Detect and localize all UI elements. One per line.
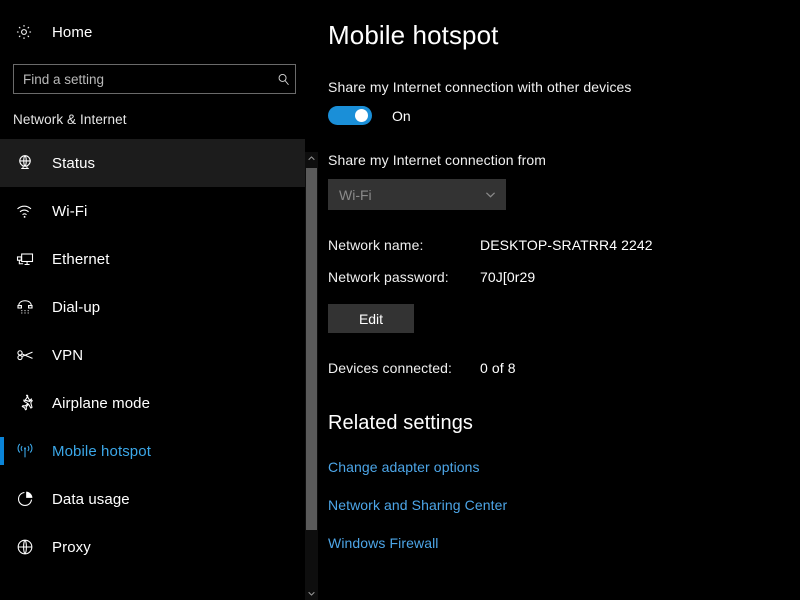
sidebar-item-proxy[interactable]: Proxy <box>0 523 305 571</box>
sidebar-home-label: Home <box>52 23 93 41</box>
toggle-state-label: On <box>392 107 411 124</box>
link-network-and-sharing-center[interactable]: Network and Sharing Center <box>328 497 507 513</box>
settings-window: Home Network & Internet <box>0 0 800 600</box>
pie-chart-icon <box>14 488 36 510</box>
sidebar-item-vpn[interactable]: VPN <box>0 331 305 379</box>
vpn-key-icon <box>14 344 36 366</box>
devices-connected-row: Devices connected: 0 of 8 <box>328 360 800 381</box>
link-windows-firewall[interactable]: Windows Firewall <box>328 535 439 551</box>
selection-accent-bar <box>0 437 4 465</box>
page-title: Mobile hotspot <box>328 20 499 50</box>
airplane-icon <box>14 392 36 414</box>
share-from-label: Share my Internet connection from <box>328 152 547 168</box>
sidebar-item-label: Wi-Fi <box>52 202 88 220</box>
sidebar-item-label: Data usage <box>52 490 130 508</box>
network-name-value: DESKTOP-SRATRR4 2242 <box>480 237 653 253</box>
toggle-knob <box>355 109 368 122</box>
sidebar-category-label: Network & Internet <box>13 112 127 127</box>
sidebar-item-status[interactable]: Status <box>0 139 305 187</box>
gear-icon <box>14 22 34 42</box>
sidebar-item-ethernet[interactable]: Ethernet <box>0 235 305 283</box>
globe-icon <box>14 536 36 558</box>
network-status-icon <box>14 152 36 174</box>
edit-button[interactable]: Edit <box>328 304 414 333</box>
related-settings-title: Related settings <box>328 412 474 434</box>
ethernet-icon <box>14 248 36 270</box>
share-from-dropdown[interactable]: Wi-Fi <box>328 179 506 210</box>
chevron-down-icon <box>484 188 497 201</box>
network-details-table: Network name: DESKTOP-SRATRR4 2242 Netwo… <box>328 237 800 290</box>
sidebar-scrollbar[interactable] <box>305 152 318 600</box>
search-input[interactable] <box>14 66 271 92</box>
search-box[interactable] <box>13 64 296 94</box>
network-name-label: Network name: <box>328 237 424 253</box>
hotspot-icon <box>14 440 36 462</box>
sidebar-item-label: Proxy <box>52 538 91 556</box>
sidebar-item-dialup[interactable]: Dial-up <box>0 283 305 331</box>
share-connection-label: Share my Internet connection with other … <box>328 79 632 95</box>
chevron-up-icon[interactable] <box>305 152 318 165</box>
sidebar-nav-list: Status Wi-Fi Ethernet Dial-up VPN Airpla… <box>0 139 305 571</box>
sidebar-item-label: Airplane mode <box>52 394 151 412</box>
table-row: Network password: 70J[0r29 <box>328 269 800 290</box>
settings-sidebar: Home Network & Internet <box>0 0 318 600</box>
sidebar-home-button[interactable]: Home <box>0 15 318 49</box>
share-from-selected-value: Wi-Fi <box>339 186 372 203</box>
scrollbar-thumb[interactable] <box>306 168 317 530</box>
table-row: Network name: DESKTOP-SRATRR4 2242 <box>328 237 800 258</box>
wifi-icon <box>14 200 36 222</box>
share-connection-toggle-row: On <box>328 106 800 125</box>
sidebar-item-data-usage[interactable]: Data usage <box>0 475 305 523</box>
devices-connected-value: 0 of 8 <box>480 360 516 376</box>
network-password-value: 70J[0r29 <box>480 269 536 285</box>
sidebar-item-airplane-mode[interactable]: Airplane mode <box>0 379 305 427</box>
settings-main-content: Mobile hotspot Share my Internet connect… <box>318 0 800 600</box>
dialup-phone-icon <box>14 296 36 318</box>
sidebar-item-label: Status <box>52 154 96 172</box>
sidebar-item-label: Mobile hotspot <box>52 442 151 460</box>
network-password-label: Network password: <box>328 269 449 285</box>
link-change-adapter-options[interactable]: Change adapter options <box>328 459 480 475</box>
sidebar-item-label: Ethernet <box>52 250 110 268</box>
sidebar-item-wifi[interactable]: Wi-Fi <box>0 187 305 235</box>
sidebar-item-label: VPN <box>52 346 84 364</box>
sidebar-item-label: Dial-up <box>52 298 101 316</box>
share-connection-toggle[interactable] <box>328 106 372 125</box>
chevron-down-icon[interactable] <box>305 587 318 600</box>
search-icon[interactable] <box>271 72 295 87</box>
devices-connected-label: Devices connected: <box>328 360 452 376</box>
sidebar-item-mobile-hotspot[interactable]: Mobile hotspot <box>0 427 305 475</box>
